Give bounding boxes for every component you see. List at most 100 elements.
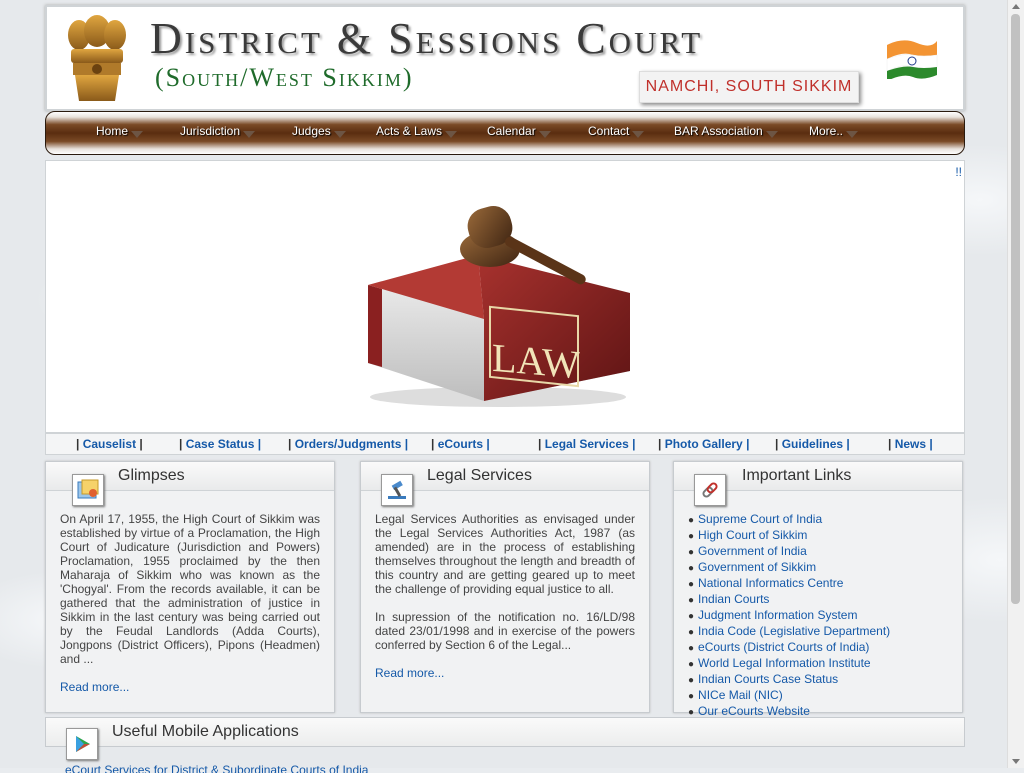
quicklink-label: Causelist [82,437,137,451]
bullet-icon: ● [688,691,695,702]
important-link-item: ● High Court of Sikkim [688,528,948,544]
important-link[interactable]: World Legal Information Institute [698,656,871,670]
bullet-icon: ● [688,547,695,558]
bullet-icon: ● [688,579,695,590]
nav-jurisdiction-label: Jurisdiction [180,124,241,138]
scrollbar-thumb[interactable] [1011,14,1020,604]
quicklink-guidelines[interactable]: | Guidelines | [775,437,850,451]
important-link[interactable]: Government of Sikkim [698,560,816,574]
bullet-icon: ● [688,563,695,574]
glimpses-text: On April 17, 1955, the High Court of Sik… [60,512,320,666]
important-link[interactable]: NICe Mail (NIC) [698,688,783,702]
quicklink-label: News [894,437,927,451]
site-header: District & Sessions Court (South/West Si… [45,5,965,111]
law-book-label: LAW [492,335,580,388]
chevron-down-icon [538,131,551,138]
bullet-icon: ● [688,515,695,526]
bullet-icon: ● [688,643,695,654]
important-link-item: ● Government of India [688,544,948,560]
page-scrollbar[interactable] [1007,0,1024,768]
location-badge: NAMCHI, SOUTH SIKKIM [639,71,859,103]
important-link[interactable]: Our eCourts Website [698,704,810,718]
quicklink-label: Orders/Judgments [294,437,402,451]
quicklink-label: Case Status [185,437,255,451]
legal-services-text-1: Legal Services Authorities as envisaged … [375,512,635,596]
nav-more-label: More.. [809,124,844,138]
quick-links-bar: | Causelist | | Case Status | | Orders/J… [45,433,965,455]
glimpses-read-more-link[interactable]: Read more... [60,680,320,694]
important-link[interactable]: High Court of Sikkim [698,528,807,542]
legal-services-read-more-link[interactable]: Read more... [375,666,635,680]
nav-jurisdiction[interactable]: Jurisdiction [180,124,256,138]
important-link[interactable]: Judgment Information System [698,608,857,622]
quicklink-label: Legal Services [544,437,629,451]
important-link-item: ● Judgment Information System [688,608,948,624]
court-title: District & Sessions Court [150,14,704,63]
gavel-icon [381,474,413,506]
quicklink-orders-judgments[interactable]: | Orders/Judgments | [288,437,408,451]
nav-home-label: Home [96,124,129,138]
bullet-icon: ● [688,675,695,686]
nav-calendar[interactable]: Calendar [487,124,551,138]
important-link-item: ● India Code (Legislative Department) [688,624,948,640]
glimpses-body: On April 17, 1955, the High Court of Sik… [60,512,320,694]
quicklink-label: eCourts [437,437,484,451]
important-link[interactable]: Government of India [698,544,807,558]
nav-more[interactable]: More.. [809,124,859,138]
important-link-item: ● Supreme Court of India [688,512,948,528]
nav-home[interactable]: Home [96,124,144,138]
important-link-item: ● Government of Sikkim [688,560,948,576]
legal-services-text-2: In supression of the notification no. 16… [375,610,635,652]
important-link[interactable]: Indian Courts [698,592,769,606]
nav-acts-laws[interactable]: Acts & Laws [376,124,458,138]
quicklink-legal-services[interactable]: | Legal Services | [538,437,635,451]
mobile-apps-panel: Useful Mobile Applications [45,717,965,760]
quicklink-case-status[interactable]: | Case Status | [179,437,261,451]
chevron-down-icon [131,131,144,138]
bullet-icon: ● [688,531,695,542]
gallery-icon [72,474,104,506]
mobile-apps-first-link[interactable]: eCourt Services for District & Subordina… [65,763,368,773]
nav-acts-laws-label: Acts & Laws [376,124,443,138]
glimpses-panel: Glimpses On April 17, 1955, the High Cou… [45,461,335,713]
important-link-item: ● NICe Mail (NIC) [688,688,948,704]
nav-contact[interactable]: Contact [588,124,645,138]
main-navigation: Home Jurisdiction Judges Acts & Laws Cal… [45,111,965,155]
important-link-item: ● eCourts (District Courts of India) [688,640,948,656]
important-link[interactable]: India Code (Legislative Department) [698,624,890,638]
important-links-title: Important Links [742,467,852,484]
important-link[interactable]: eCourts (District Courts of India) [698,640,869,654]
law-book-gavel-image: LAW [368,206,630,407]
important-links-list: ● Supreme Court of India ● High Court of Si… [688,512,948,720]
nav-judges-label: Judges [292,124,331,138]
important-link-item: ● National Informatics Centre [688,576,948,592]
important-link[interactable]: National Informatics Centre [698,576,843,590]
bullet-icon: ● [688,627,695,638]
marquee-marker[interactable]: !! [955,165,962,179]
important-link[interactable]: Indian Courts Case Status [698,672,838,686]
important-link[interactable]: Supreme Court of India [698,512,822,526]
important-links-panel: Important Links ● Supreme Court of India ●… [673,461,963,718]
chevron-down-icon [765,131,778,138]
nav-calendar-label: Calendar [487,124,536,138]
hero-banner: !! LAW [45,160,965,433]
chevron-down-icon [243,131,256,138]
quicklink-causelist[interactable]: | Causelist | [76,437,143,451]
important-link-item: ● Indian Courts [688,592,948,608]
important-links-body: ● Supreme Court of India ● High Court of Si… [688,512,948,720]
quicklink-ecourts[interactable]: | eCourts | [431,437,490,451]
quicklink-label: Guidelines [781,437,844,451]
mobile-apps-title: Useful Mobile Applications [112,723,299,740]
nav-judges[interactable]: Judges [292,124,346,138]
chevron-down-icon [333,131,346,138]
scroll-up-arrow-icon[interactable] [1012,4,1020,9]
india-flag-icon [886,40,938,79]
chevron-down-icon [445,131,458,138]
quicklink-label: Photo Gallery [664,437,743,451]
quicklink-news[interactable]: | News | [888,437,933,451]
quicklink-photo-gallery[interactable]: | Photo Gallery | [658,437,749,451]
nav-bar-association[interactable]: BAR Association [674,124,778,138]
court-subtitle: (South/West Sikkim) [155,63,414,92]
legal-services-title: Legal Services [427,467,532,484]
scroll-down-arrow-icon[interactable] [1012,759,1020,764]
